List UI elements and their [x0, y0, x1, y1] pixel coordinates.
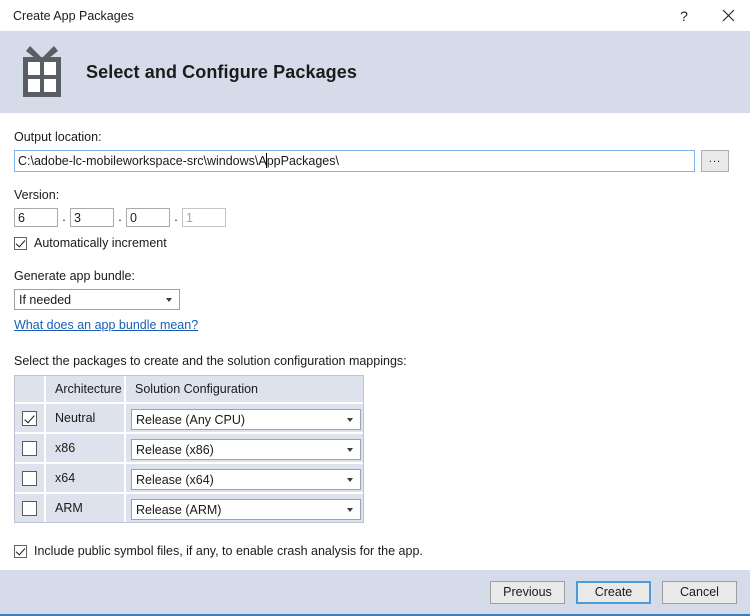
- configuration-select-x64[interactable]: Release (x64): [131, 469, 361, 490]
- table-row: x86 Release (x86): [15, 434, 363, 464]
- row-configuration-cell: Release (ARM): [126, 494, 363, 522]
- architecture-label: x64: [46, 464, 124, 492]
- package-checkbox-x64[interactable]: [22, 471, 37, 486]
- column-header-configuration: Solution Configuration: [126, 376, 363, 404]
- package-checkbox-x86[interactable]: [22, 441, 37, 456]
- row-checkbox-cell[interactable]: [15, 404, 46, 434]
- titlebar: Create App Packages ?: [0, 0, 750, 31]
- version-separator: .: [58, 208, 70, 227]
- output-location-section: Output location: ...: [14, 130, 736, 172]
- app-bundle-section: Generate app bundle: If needed What does…: [14, 269, 736, 332]
- row-architecture-cell: x64: [46, 464, 126, 494]
- packages-section: Select the packages to create and the so…: [14, 354, 736, 523]
- architecture-label: Neutral: [46, 404, 124, 432]
- include-symbols-row[interactable]: Include public symbol files, if any, to …: [14, 544, 736, 558]
- output-path-input[interactable]: [14, 150, 695, 172]
- chevron-down-icon: [166, 298, 172, 302]
- column-header-configuration-label: Solution Configuration: [126, 376, 363, 402]
- cancel-button[interactable]: Cancel: [662, 581, 737, 604]
- output-location-label: Output location:: [14, 130, 736, 144]
- auto-increment-row[interactable]: Automatically increment: [14, 236, 736, 250]
- chevron-down-icon: [347, 418, 353, 422]
- column-header-architecture: Architecture: [46, 376, 126, 404]
- browse-button[interactable]: ...: [701, 150, 729, 172]
- table-header-row: Architecture Solution Configuration: [15, 376, 363, 404]
- table-row: Neutral Release (Any CPU): [15, 404, 363, 434]
- close-icon: [722, 9, 735, 22]
- previous-button[interactable]: Previous: [490, 581, 565, 604]
- table-row: ARM Release (ARM): [15, 494, 363, 522]
- output-path-input-wrapper: [14, 150, 695, 172]
- dialog-banner: Select and Configure Packages: [0, 31, 750, 113]
- close-button[interactable]: [706, 0, 750, 31]
- help-button[interactable]: ?: [662, 0, 706, 31]
- architecture-label: ARM: [46, 494, 124, 522]
- configuration-select-arm[interactable]: Release (ARM): [131, 499, 361, 520]
- version-separator: .: [170, 208, 182, 227]
- row-architecture-cell: ARM: [46, 494, 126, 522]
- version-section: Version: . . . Automatically increment: [14, 188, 736, 250]
- row-configuration-cell: Release (x86): [126, 434, 363, 464]
- configuration-select-neutral[interactable]: Release (Any CPU): [131, 409, 361, 430]
- table-row: x64 Release (x64): [15, 464, 363, 494]
- version-major-input[interactable]: [14, 208, 58, 227]
- chevron-down-icon: [347, 448, 353, 452]
- version-minor-input[interactable]: [70, 208, 114, 227]
- packages-table: Architecture Solution Configuration Neu: [14, 375, 364, 523]
- chevron-down-icon: [347, 478, 353, 482]
- package-box-icon: [18, 46, 66, 98]
- version-row: . . .: [14, 208, 736, 227]
- version-build-input[interactable]: [126, 208, 170, 227]
- row-checkbox-cell[interactable]: [15, 494, 46, 522]
- packages-caption: Select the packages to create and the so…: [14, 354, 736, 368]
- packages-table-head: Architecture Solution Configuration: [15, 376, 363, 404]
- column-header-checkbox-label: [15, 376, 44, 402]
- question-mark-icon: ?: [680, 9, 688, 23]
- include-symbols-checkbox[interactable]: [14, 545, 27, 558]
- chevron-down-icon: [347, 508, 353, 512]
- configuration-value: Release (ARM): [136, 503, 221, 517]
- packages-table-body: Neutral Release (Any CPU): [15, 404, 363, 522]
- architecture-label: x86: [46, 434, 124, 462]
- package-checkbox-arm[interactable]: [22, 501, 37, 516]
- auto-increment-checkbox[interactable]: [14, 237, 27, 250]
- row-configuration-cell: Release (x64): [126, 464, 363, 494]
- configuration-value: Release (x86): [136, 443, 214, 457]
- app-bundle-help-link[interactable]: What does an app bundle mean?: [14, 318, 198, 332]
- version-revision-input: [182, 208, 226, 227]
- version-separator: .: [114, 208, 126, 227]
- row-architecture-cell: Neutral: [46, 404, 126, 434]
- package-checkbox-neutral[interactable]: [22, 411, 37, 426]
- configuration-value: Release (Any CPU): [136, 413, 245, 427]
- text-caret: [266, 153, 267, 168]
- app-bundle-select[interactable]: If needed: [14, 289, 180, 310]
- app-bundle-label: Generate app bundle:: [14, 269, 736, 283]
- auto-increment-label: Automatically increment: [34, 236, 167, 250]
- output-location-row: ...: [14, 150, 736, 172]
- row-checkbox-cell[interactable]: [15, 434, 46, 464]
- configuration-select-x86[interactable]: Release (x86): [131, 439, 361, 460]
- create-button[interactable]: Create: [576, 581, 651, 604]
- app-bundle-selected-value: If needed: [19, 293, 71, 307]
- version-label: Version:: [14, 188, 736, 202]
- include-symbols-label: Include public symbol files, if any, to …: [34, 544, 423, 558]
- dialog-content: Output location: ... Version: . . .: [0, 113, 750, 570]
- window-title: Create App Packages: [13, 9, 662, 23]
- row-architecture-cell: x86: [46, 434, 126, 464]
- column-header-architecture-label: Architecture: [46, 376, 124, 402]
- create-app-packages-dialog: Create App Packages ? Select and Configu…: [0, 0, 750, 616]
- configuration-value: Release (x64): [136, 473, 214, 487]
- banner-title: Select and Configure Packages: [86, 62, 357, 83]
- dialog-footer: Previous Create Cancel: [0, 570, 750, 614]
- column-header-checkbox: [15, 376, 46, 404]
- row-checkbox-cell[interactable]: [15, 464, 46, 494]
- row-configuration-cell: Release (Any CPU): [126, 404, 363, 434]
